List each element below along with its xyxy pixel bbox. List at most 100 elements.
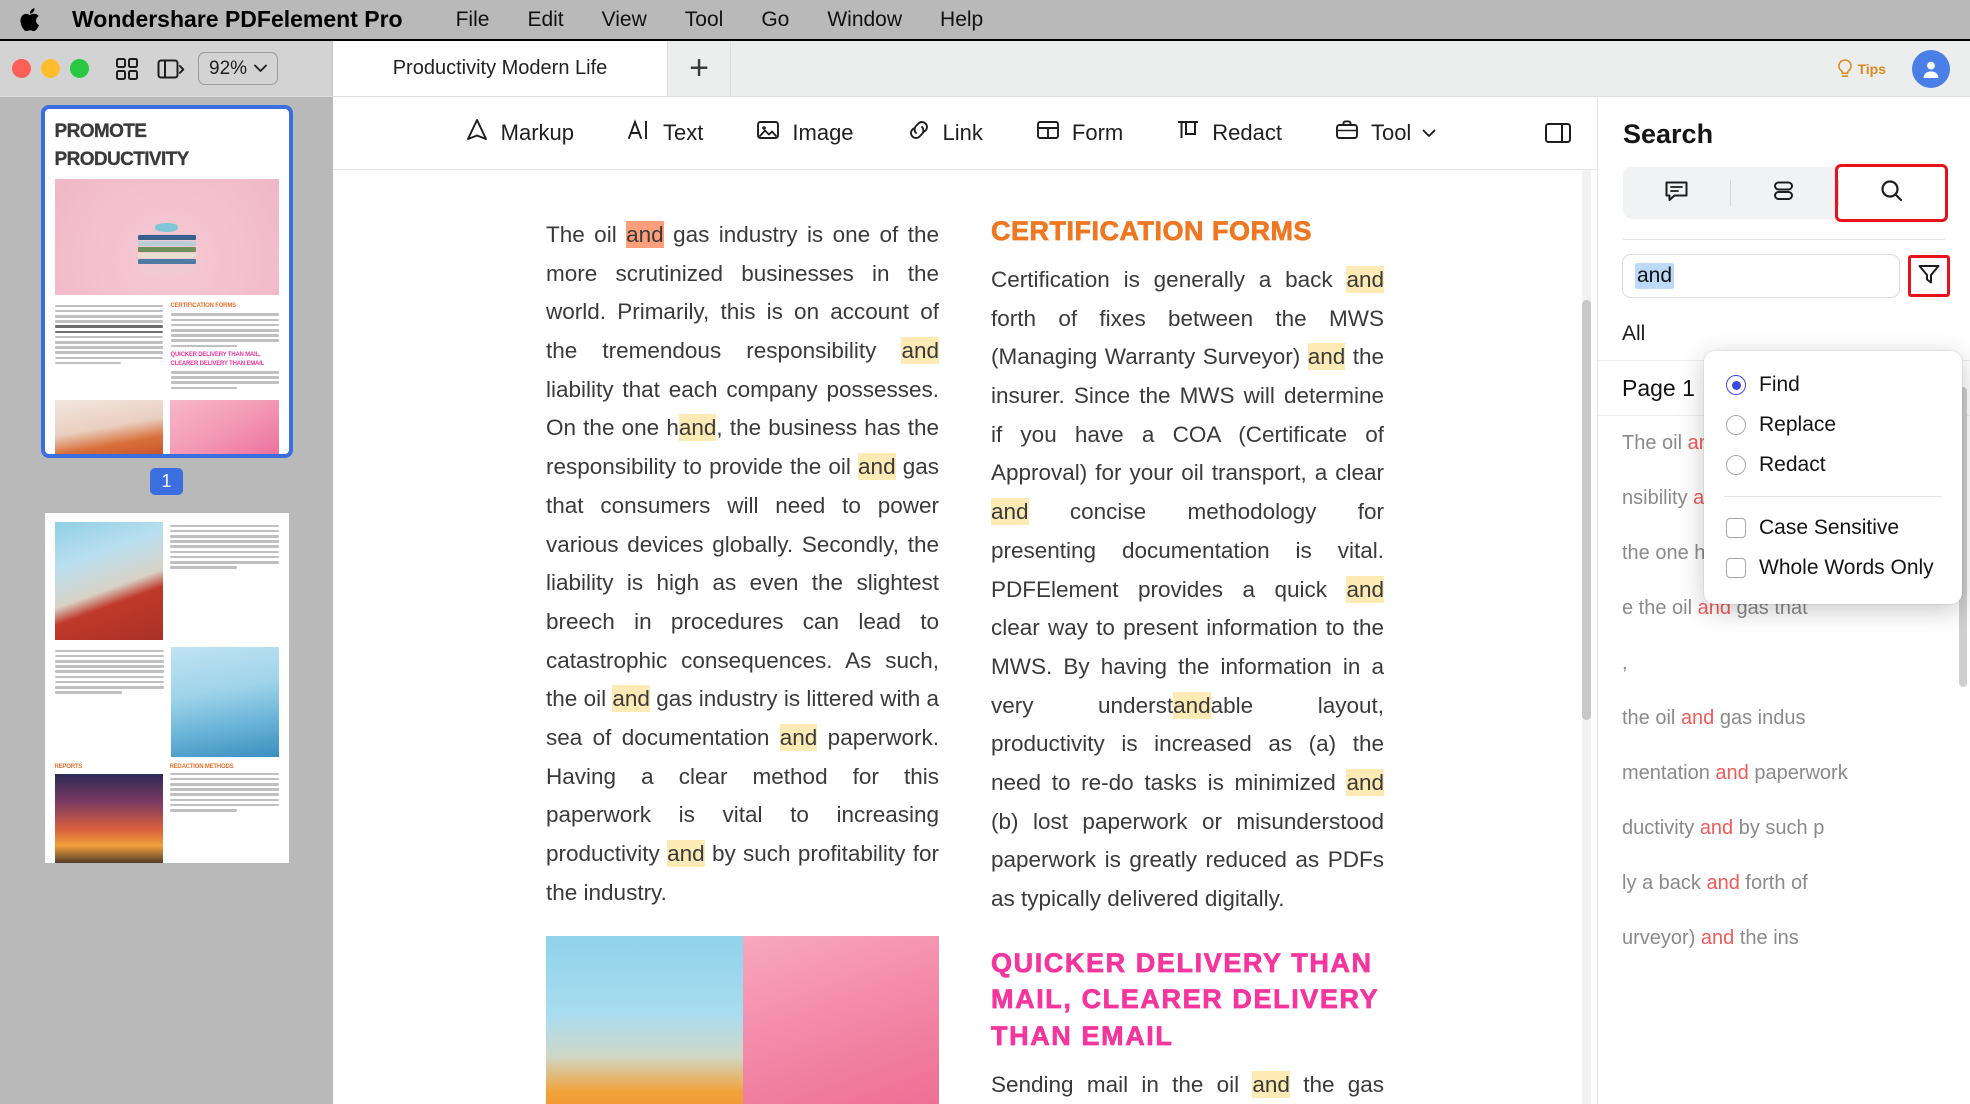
traffic-lights bbox=[12, 59, 89, 78]
minimize-window-button[interactable] bbox=[41, 59, 60, 78]
popup-option-redact[interactable]: Redact bbox=[1704, 445, 1962, 485]
radio-replace[interactable] bbox=[1726, 415, 1746, 435]
app-body: PROMOTE PRODUCTIVITY CERTIFICATION FORMS… bbox=[0, 97, 1970, 1104]
thumb-image-flowers bbox=[54, 399, 163, 454]
tips-badge[interactable]: Tips bbox=[1835, 58, 1886, 80]
popup-checkbox-case-sensitive[interactable]: Case Sensitive bbox=[1704, 508, 1962, 548]
heading-quicker-delivery: QUICKER DELIVERY THAN MAIL, CLEARER DELI… bbox=[991, 947, 1379, 1051]
page-thumbnail-2[interactable]: REPORTS REDACTION METHODS bbox=[44, 513, 289, 863]
thumb-col-left bbox=[54, 302, 163, 392]
thumb2-text-right bbox=[169, 522, 279, 640]
toolbox-icon bbox=[1334, 117, 1360, 149]
search-match-highlight: and bbox=[858, 453, 896, 481]
toolbar-tool-button[interactable]: Tool bbox=[1334, 117, 1436, 149]
search-options-popup: Find Replace Redact Case Sensitive Whole… bbox=[1704, 351, 1962, 604]
search-match-highlight: and bbox=[1346, 266, 1384, 293]
toolbar-redact-label: Redact bbox=[1212, 120, 1282, 145]
main-pane: Markup Text Image Link Form Redact Tool … bbox=[333, 97, 1597, 1104]
search-result-item[interactable]: mentation and paperwork bbox=[1598, 746, 1970, 801]
search-match-highlight: and bbox=[1252, 1071, 1290, 1098]
toolbar-markup-label: Markup bbox=[500, 120, 575, 145]
sidebar-toggle-icon[interactable] bbox=[153, 54, 189, 84]
document-page-1: The oil and gas industry is one of the m… bbox=[520, 192, 1410, 1104]
checkbox-case-sensitive[interactable] bbox=[1726, 518, 1746, 538]
tab-comments[interactable] bbox=[1623, 167, 1730, 219]
toolbar-image-button[interactable]: Image bbox=[755, 117, 854, 149]
document-viewport[interactable]: The oil and gas industry is one of the m… bbox=[333, 170, 1597, 1104]
search-input[interactable]: and bbox=[1622, 254, 1900, 298]
popup-option-replace[interactable]: Replace bbox=[1704, 405, 1962, 445]
tab-search[interactable] bbox=[1834, 164, 1948, 222]
document-tab[interactable]: Productivity Modern Life bbox=[333, 41, 668, 96]
menu-go[interactable]: Go bbox=[742, 8, 808, 32]
search-match-highlight: and bbox=[901, 337, 939, 365]
tips-label: Tips bbox=[1857, 60, 1886, 77]
thumbnail-pane[interactable]: PROMOTE PRODUCTIVITY CERTIFICATION FORMS… bbox=[0, 97, 333, 1104]
search-result-item[interactable]: the oil and gas indus bbox=[1598, 691, 1970, 746]
right-panel-toggle-icon[interactable] bbox=[1543, 120, 1573, 146]
tab-strip: Productivity Modern Life + Tips bbox=[333, 41, 1970, 96]
search-pane: Search and All Page 1 The oil an nsibili… bbox=[1597, 97, 1970, 1104]
search-pane-title: Search bbox=[1623, 119, 1714, 149]
toolbar-link-button[interactable]: Link bbox=[906, 117, 983, 149]
document-tab-label: Productivity Modern Life bbox=[392, 57, 608, 79]
popup-checkbox-case-sensitive-label: Case Sensitive bbox=[1759, 516, 1900, 539]
maximize-window-button[interactable] bbox=[70, 59, 89, 78]
zoom-level-value: 92% bbox=[209, 57, 248, 79]
toolbar-text-button[interactable]: Text bbox=[626, 117, 703, 149]
search-result-item[interactable]: ly a back and forth of bbox=[1598, 856, 1970, 911]
add-tab-button[interactable]: + bbox=[668, 41, 730, 96]
menu-view[interactable]: View bbox=[583, 8, 666, 32]
search-input-value: and bbox=[1635, 263, 1675, 289]
search-result-match: and bbox=[1706, 872, 1740, 894]
search-filter-button[interactable] bbox=[1908, 255, 1950, 297]
search-pane-header: Search bbox=[1598, 97, 1970, 240]
thumb2-photo-man bbox=[54, 522, 163, 640]
page-thumbnail-1[interactable]: PROMOTE PRODUCTIVITY CERTIFICATION FORMS… bbox=[40, 105, 293, 458]
menu-file[interactable]: File bbox=[437, 8, 509, 32]
chevron-down-icon bbox=[1422, 129, 1436, 137]
search-match-highlight: and bbox=[1346, 575, 1384, 603]
grid-view-icon[interactable] bbox=[110, 54, 144, 84]
checkbox-whole-words[interactable] bbox=[1726, 558, 1746, 578]
radio-redact[interactable] bbox=[1726, 455, 1746, 475]
app-window: 92% Productivity Modern Life + Tips PROM… bbox=[0, 41, 1970, 1104]
close-window-button[interactable] bbox=[12, 59, 31, 78]
search-icon bbox=[1878, 177, 1905, 209]
macos-menubar: Wondershare PDFelement Pro File Edit Vie… bbox=[0, 0, 1970, 41]
tab-bookmarks[interactable] bbox=[1730, 167, 1837, 219]
user-avatar-icon[interactable] bbox=[1912, 49, 1950, 88]
search-match-highlight: and bbox=[1307, 343, 1346, 371]
titlebar-right-area: Tips bbox=[730, 41, 1970, 96]
paragraph-certification: Certification is generally a back and fo… bbox=[991, 266, 1385, 911]
document-photo-block bbox=[546, 936, 939, 1104]
apple-logo-icon[interactable] bbox=[18, 5, 44, 35]
search-result-match: and bbox=[1700, 927, 1735, 949]
pen-markup-icon bbox=[464, 117, 490, 149]
toolbar-redact-button[interactable]: Redact bbox=[1175, 117, 1282, 149]
toolbar-form-button[interactable]: Form bbox=[1035, 117, 1123, 149]
lightbulb-icon bbox=[1838, 58, 1853, 77]
toolbar-markup-button[interactable]: Markup bbox=[464, 117, 574, 149]
menu-edit[interactable]: Edit bbox=[508, 8, 582, 32]
search-result-item[interactable]: , bbox=[1598, 636, 1970, 691]
popup-option-find[interactable]: Find bbox=[1704, 365, 1962, 405]
thumb-col-right: CERTIFICATION FORMS QUICKER DELIVERY THA… bbox=[170, 302, 279, 392]
menu-window[interactable]: Window bbox=[808, 8, 921, 32]
document-right-column: CERTIFICATION FORMS Certification is gen… bbox=[991, 216, 1384, 1104]
popup-checkbox-whole-words[interactable]: Whole Words Only bbox=[1704, 548, 1962, 588]
document-left-column: The oil and gas industry is one of the m… bbox=[546, 216, 939, 1104]
menu-tool[interactable]: Tool bbox=[666, 8, 743, 32]
toolbar-link-label: Link bbox=[942, 120, 983, 145]
radio-find[interactable] bbox=[1726, 375, 1746, 395]
paragraph-quicker: Sending mail in the oil and the gas indu… bbox=[991, 1071, 1384, 1098]
search-result-item[interactable]: ductivity and by such p bbox=[1598, 801, 1970, 856]
menu-help[interactable]: Help bbox=[921, 8, 1002, 32]
photo-pink-chair bbox=[742, 936, 939, 1104]
search-result-item[interactable]: urveyor) and the ins bbox=[1598, 911, 1970, 966]
title-tab-row: 92% Productivity Modern Life + Tips bbox=[0, 41, 1970, 97]
search-match-highlight: and bbox=[612, 685, 650, 713]
document-scrollbar-thumb[interactable] bbox=[1582, 300, 1591, 720]
photo-beach-umbrellas bbox=[546, 936, 743, 1104]
zoom-level-selector[interactable]: 92% bbox=[198, 52, 279, 85]
